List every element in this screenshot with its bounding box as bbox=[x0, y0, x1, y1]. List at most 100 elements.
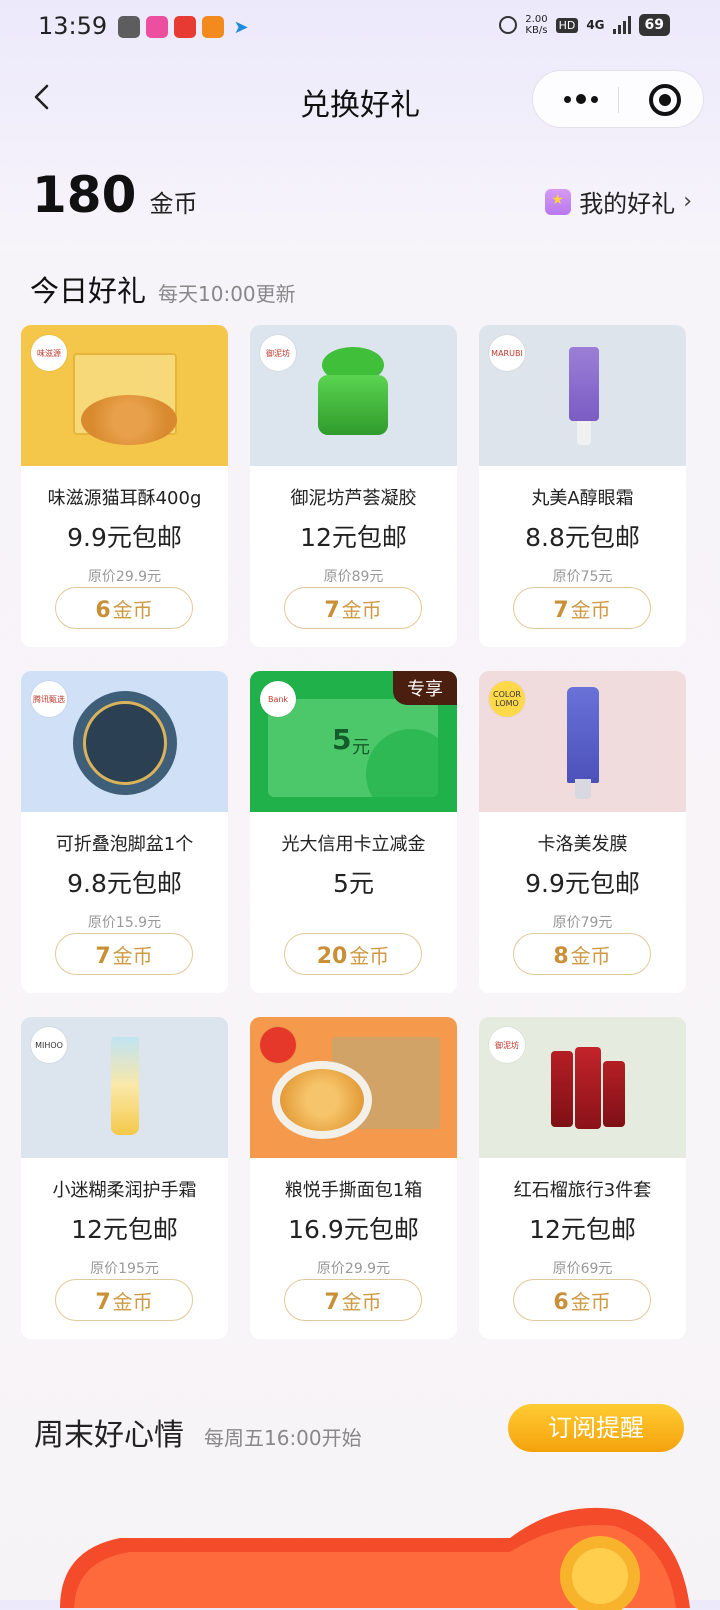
product-card[interactable]: COLOR LOMO 卡洛美发膜 9.9元包邮 原价79元 8 金币 bbox=[479, 671, 686, 993]
redeem-button[interactable]: 7 金币 bbox=[55, 1279, 193, 1321]
product-image: 御泥坊 bbox=[479, 1017, 686, 1158]
redeem-coins: 8 bbox=[553, 944, 569, 969]
product-price: 9.8元包邮 bbox=[67, 869, 182, 898]
nav-bar: 兑换好礼 bbox=[0, 68, 720, 128]
redeem-coins: 7 bbox=[95, 1290, 111, 1315]
product-price: 9.9元包邮 bbox=[67, 523, 182, 552]
product-name: 可折叠泡脚盆1个 bbox=[55, 834, 194, 855]
status-indicators: 2.00 KB/s HD 4G 69 bbox=[499, 14, 670, 36]
brand-text: 御泥坊 bbox=[266, 348, 290, 358]
coin-balance: 180 bbox=[32, 166, 137, 224]
original-price: 原价75元 bbox=[552, 569, 613, 585]
product-image: 腾讯甄选 bbox=[21, 671, 228, 812]
vivo-app-icon bbox=[146, 16, 168, 38]
product-grid: 味滋源 味滋源猫耳酥400g 9.9元包邮 原价29.9元 6 金币 御泥坊 御泥… bbox=[21, 325, 701, 1339]
redeem-button[interactable]: 6 金币 bbox=[55, 587, 193, 629]
chevron-right-icon: › bbox=[683, 189, 692, 214]
network-type: 4G bbox=[586, 18, 605, 32]
redeem-button[interactable]: 7 金币 bbox=[55, 933, 193, 975]
product-card[interactable]: 5 元 Bank 专享 光大信用卡立减金 5元 20 金币 bbox=[250, 671, 457, 993]
product-price: 16.9元包邮 bbox=[288, 1215, 419, 1244]
weekend-title: 周末好心情 bbox=[34, 1418, 184, 1453]
exclusive-badge: 专享 bbox=[393, 671, 457, 705]
brand-text: 腾讯甄选 bbox=[33, 694, 65, 704]
vpn-app-icon bbox=[118, 16, 140, 38]
product-image: 5 元 Bank 专享 bbox=[250, 671, 457, 812]
brand-text: MIHOO bbox=[35, 1040, 63, 1050]
redeem-coin-unit: 金币 bbox=[341, 598, 382, 622]
product-name: 味滋源猫耳酥400g bbox=[47, 488, 202, 509]
redeem-coins: 6 bbox=[553, 1290, 569, 1315]
weekend-subtitle: 每周五16:00开始 bbox=[204, 1426, 362, 1450]
redeem-button[interactable]: 7 金币 bbox=[513, 587, 651, 629]
net-speed-value: 2.00 bbox=[525, 14, 548, 25]
today-title: 今日好礼 bbox=[30, 274, 147, 308]
voucher-amount: 5 bbox=[332, 723, 352, 756]
subscribe-reminder-button[interactable]: 订阅提醒 bbox=[508, 1404, 684, 1452]
brand-text: 御泥坊 bbox=[495, 1040, 519, 1050]
product-price: 12元包邮 bbox=[300, 523, 407, 552]
redeem-coin-unit: 金币 bbox=[570, 598, 611, 622]
product-card[interactable]: 腾讯甄选 可折叠泡脚盆1个 9.8元包邮 原价15.9元 7 金币 bbox=[21, 671, 228, 993]
brand-text: COLOR LOMO bbox=[493, 690, 521, 708]
battery-level: 69 bbox=[638, 14, 670, 36]
capsule-divider bbox=[618, 87, 619, 113]
product-image: MARUBI bbox=[479, 325, 686, 466]
product-name: 御泥坊芦荟凝胶 bbox=[290, 488, 417, 509]
product-card[interactable]: MIHOO 小迷糊柔润护手霜 12元包邮 原价195元 7 金币 bbox=[21, 1017, 228, 1339]
product-name: 红石榴旅行3件套 bbox=[513, 1180, 652, 1201]
product-card[interactable]: 御泥坊 红石榴旅行3件套 12元包邮 原价69元 6 金币 bbox=[479, 1017, 686, 1339]
send-app-icon: ➤ bbox=[233, 16, 249, 38]
brand-logo: 腾讯甄选 bbox=[31, 681, 67, 717]
brand-logo: MIHOO bbox=[31, 1027, 67, 1063]
product-image: COLOR LOMO bbox=[479, 671, 686, 812]
original-price: 原价15.9元 bbox=[87, 915, 162, 931]
my-gifts-label: 我的好礼 bbox=[579, 190, 676, 218]
redeem-coin-unit: 金币 bbox=[112, 598, 153, 622]
redeem-coins: 7 bbox=[324, 598, 340, 623]
product-card[interactable]: 御泥坊 御泥坊芦荟凝胶 12元包邮 原价89元 7 金币 bbox=[250, 325, 457, 647]
redeem-button[interactable]: 7 金币 bbox=[284, 587, 422, 629]
brand-text: 味滋源 bbox=[37, 348, 61, 358]
product-image: 御泥坊 bbox=[250, 325, 457, 466]
redeem-button[interactable]: 8 金币 bbox=[513, 933, 651, 975]
redeem-coin-unit: 金币 bbox=[570, 944, 611, 968]
brand-logo: MARUBI bbox=[489, 335, 525, 371]
redeem-button[interactable]: 6 金币 bbox=[513, 1279, 651, 1321]
redeem-coins: 20 bbox=[316, 944, 348, 969]
redeem-coins: 7 bbox=[95, 944, 111, 969]
original-price: 原价29.9元 bbox=[87, 569, 162, 585]
more-options-button[interactable] bbox=[551, 71, 611, 127]
brand-logo: 味滋源 bbox=[31, 335, 67, 371]
product-name: 粮悦手撕面包1箱 bbox=[284, 1180, 423, 1201]
weekend-promo-banner bbox=[60, 1507, 690, 1610]
product-card[interactable]: 味滋源 味滋源猫耳酥400g 9.9元包邮 原价29.9元 6 金币 bbox=[21, 325, 228, 647]
product-name: 光大信用卡立减金 bbox=[281, 834, 426, 855]
original-price: 原价89元 bbox=[323, 569, 384, 585]
status-bar: 13:59 ➤ 2.00 KB/s HD 4G 69 bbox=[0, 0, 720, 56]
redeem-button[interactable]: 7 金币 bbox=[284, 1279, 422, 1321]
coin-balance-row: 180 金币 我的好礼 › bbox=[32, 166, 692, 226]
original-price: 原价29.9元 bbox=[316, 1261, 391, 1277]
voucher-unit: 元 bbox=[352, 737, 370, 758]
close-miniapp-icon[interactable] bbox=[649, 84, 681, 116]
product-price: 12元包邮 bbox=[529, 1215, 636, 1244]
redeem-coin-unit: 金币 bbox=[349, 944, 390, 968]
redeem-button[interactable]: 20 金币 bbox=[284, 933, 422, 975]
status-time: 13:59 bbox=[38, 12, 108, 40]
product-card[interactable]: MARUBI 丸美A醇眼霜 8.8元包邮 原价75元 7 金币 bbox=[479, 325, 686, 647]
product-card[interactable]: 粮悦手撕面包1箱 16.9元包邮 原价29.9元 7 金币 bbox=[250, 1017, 457, 1339]
redeem-coins: 6 bbox=[95, 598, 111, 623]
original-price: 原价195元 bbox=[90, 1261, 159, 1277]
miniapp-capsule bbox=[532, 70, 704, 128]
product-price: 9.9元包邮 bbox=[525, 869, 640, 898]
product-price: 8.8元包邮 bbox=[525, 523, 640, 552]
net-speed-unit: KB/s bbox=[525, 25, 548, 36]
brand-text: MARUBI bbox=[491, 348, 523, 358]
gift-calendar-icon bbox=[545, 188, 572, 215]
original-price bbox=[250, 912, 457, 928]
redeem-coin-unit: 金币 bbox=[112, 944, 153, 968]
signal-icon bbox=[612, 16, 631, 34]
redeem-coin-unit: 金币 bbox=[570, 1290, 611, 1314]
my-gifts-link[interactable]: 我的好礼 › bbox=[545, 184, 692, 219]
